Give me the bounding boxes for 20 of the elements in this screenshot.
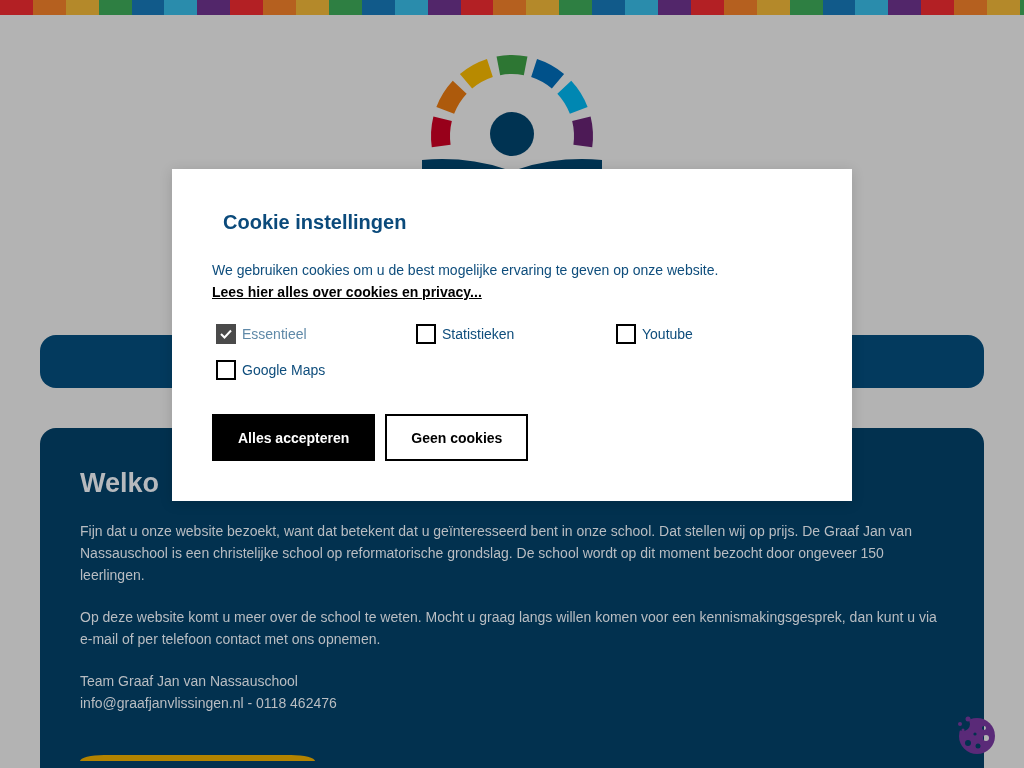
option-label: Google Maps bbox=[242, 361, 326, 380]
check-icon bbox=[220, 329, 232, 339]
option-label: Statistieken bbox=[442, 325, 515, 344]
partial-button[interactable] bbox=[80, 755, 315, 761]
dialog-title: Cookie instellingen bbox=[223, 210, 407, 235]
option-label: Youtube bbox=[642, 325, 693, 344]
cookie-description: We gebruiken cookies om u de best mogelijke ervaring te geven op onze website. Lees hier alles over cookies en privacy... bbox=[212, 261, 720, 302]
checkbox[interactable] bbox=[416, 324, 436, 344]
welcome-paragraph: Op deze website komt u meer over de school te weten. Mocht u graag langs willen komen voor een kennismakingsgesprek, dan kunt u via e-mail of per telefoon contact met ons opnemen. bbox=[80, 608, 938, 649]
privacy-link[interactable]: Lees hier alles over cookies en privacy... bbox=[212, 284, 482, 300]
signature-line: Team Graaf Jan van Nassauschool bbox=[80, 672, 299, 691]
contact-line: info@graafjanvlissingen.nl - 0118 462476 bbox=[80, 694, 338, 713]
reject-cookies-button[interactable]: Geen cookies bbox=[385, 414, 529, 461]
welcome-paragraph: Fijn dat u onze website bezoekt, want dat betekent dat u geïnteresseerd bent in onze school. Dat stellen wij op prijs. De Graaf Jan van Nassauschool is een christelijke school op reformatorische grondslag. De school wordt op dit moment bezocht door ongeveer 150 leerlingen. bbox=[80, 522, 913, 585]
option-label: Essentieel bbox=[242, 325, 307, 344]
cookie-icon[interactable] bbox=[957, 716, 995, 754]
checkbox[interactable] bbox=[216, 360, 236, 380]
checkbox[interactable] bbox=[616, 324, 636, 344]
accept-all-button[interactable]: Alles accepteren bbox=[212, 414, 376, 461]
welcome-heading: Welko bbox=[80, 467, 160, 500]
